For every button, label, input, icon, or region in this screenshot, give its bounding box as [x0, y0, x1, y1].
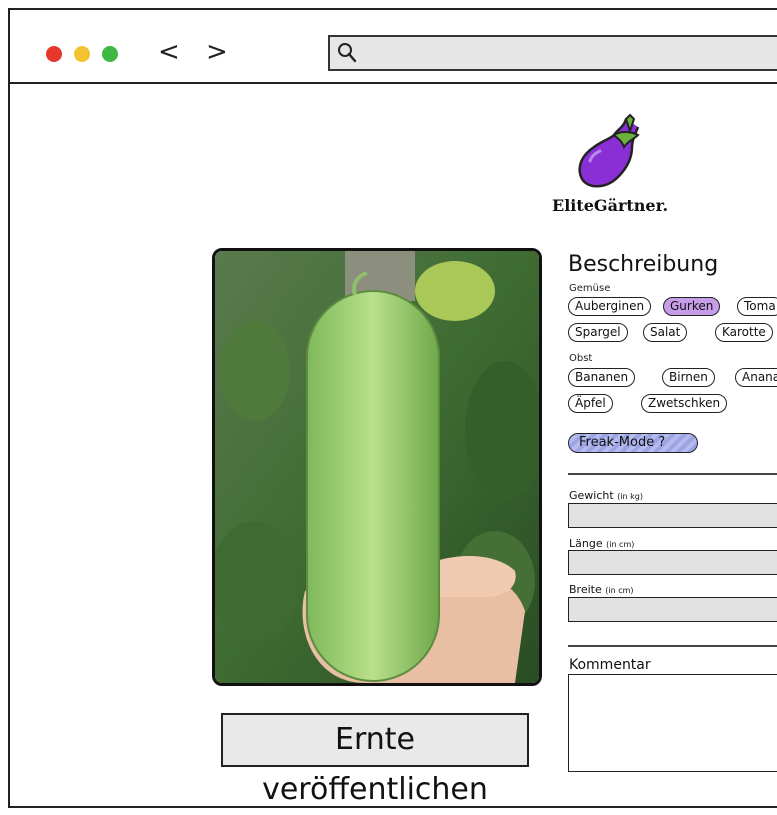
divider [568, 473, 777, 475]
cucumber-photo [212, 248, 542, 686]
weight-input[interactable] [568, 503, 777, 528]
search-icon [336, 41, 358, 69]
publish-button[interactable]: Ernte veröffentlichen [221, 713, 529, 807]
width-input[interactable] [568, 597, 777, 622]
eggplant-icon [574, 113, 646, 189]
tag-salat[interactable]: Salat [643, 323, 688, 342]
brand-name: EliteGärtner. [552, 196, 669, 215]
tag-aepfel[interactable]: Äpfel [568, 394, 613, 413]
back-button[interactable]: < [158, 38, 180, 66]
comment-label: Kommentar [569, 657, 651, 673]
field-label-laenge: Länge (in cm) [569, 537, 635, 550]
tag-auberginen[interactable]: Auberginen [568, 297, 652, 316]
browser-toolbar: < > [10, 10, 777, 84]
freak-mode-toggle[interactable]: Freak-Mode ? [568, 433, 698, 453]
length-input[interactable] [568, 550, 777, 575]
maximize-window-icon[interactable] [102, 46, 118, 62]
close-window-icon[interactable] [46, 46, 62, 62]
comment-textarea[interactable] [568, 674, 777, 772]
tag-karotten[interactable]: Karotte [715, 323, 773, 342]
tag-tomaten[interactable]: Toma [737, 297, 777, 316]
forward-button[interactable]: > [206, 38, 228, 66]
group-label-gemuese: Gemüse [569, 283, 611, 294]
tag-zwetschken[interactable]: Zwetschken [641, 394, 728, 413]
tag-bananen[interactable]: Bananen [568, 368, 636, 387]
tag-ananas[interactable]: Anana [735, 368, 777, 387]
minimize-window-icon[interactable] [74, 46, 90, 62]
divider [568, 645, 777, 647]
tag-birnen[interactable]: Birnen [662, 368, 715, 387]
group-label-obst: Obst [569, 353, 593, 364]
field-label-breite: Breite (in cm) [569, 583, 634, 596]
form-title: Beschreibung [568, 252, 719, 277]
tag-gurken[interactable]: Gurken [663, 297, 721, 316]
field-label-gewicht: Gewicht (in kg) [569, 489, 643, 502]
address-bar[interactable] [328, 35, 777, 71]
tag-spargel[interactable]: Spargel [568, 323, 628, 342]
